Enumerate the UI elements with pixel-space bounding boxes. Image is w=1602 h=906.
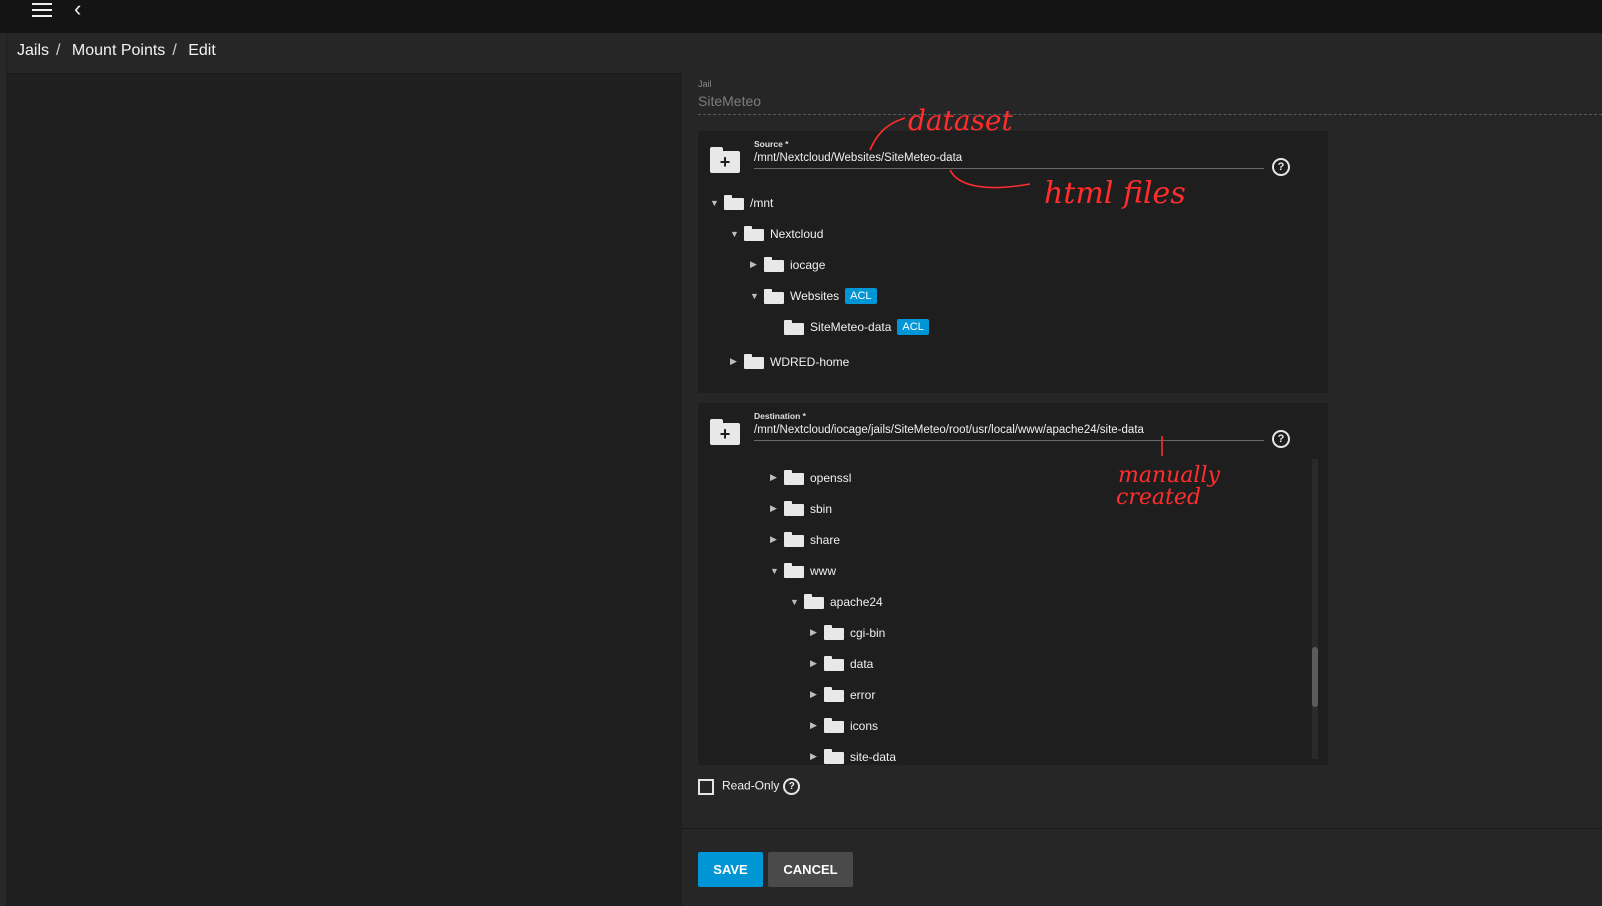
folder-icon: [744, 354, 764, 370]
tree-node-label[interactable]: error: [850, 688, 875, 702]
tree-node-data[interactable]: ▶ data: [810, 656, 873, 674]
top-toolbar: ‹: [0, 0, 1602, 33]
expand-toggle-icon[interactable]: ▶: [770, 472, 782, 483]
tree-node-error[interactable]: ▶ error: [810, 687, 875, 705]
form-divider: [682, 828, 1602, 829]
tree-node-icons[interactable]: ▶ icons: [810, 718, 878, 736]
folder-icon: [824, 625, 844, 641]
readonly-label[interactable]: Read-Only: [722, 779, 779, 793]
expand-toggle-icon[interactable]: ▶: [770, 503, 782, 514]
expand-toggle-icon[interactable]: ▶: [730, 356, 742, 367]
folder-icon: [764, 257, 784, 273]
folder-icon: [784, 563, 804, 579]
source-input[interactable]: /mnt/Nextcloud/Websites/SiteMeteo-data: [754, 152, 1264, 169]
tree-node-label[interactable]: icons: [850, 719, 878, 733]
folder-icon: [764, 288, 784, 304]
folder-icon: [784, 470, 804, 486]
tree-node-websites[interactable]: ▼ Websites ACL: [750, 288, 877, 306]
destination-help-icon[interactable]: ?: [1272, 430, 1290, 448]
readonly-help-icon[interactable]: ?: [783, 778, 801, 795]
expand-toggle-icon[interactable]: ▶: [810, 658, 822, 669]
tree-node-nextcloud[interactable]: ▼ Nextcloud: [730, 226, 823, 244]
tree-node-iocage[interactable]: ▶ iocage: [750, 257, 825, 275]
tree-node-share[interactable]: ▶ share: [770, 532, 840, 550]
tree-node-site-data[interactable]: ▶ site-data: [810, 749, 896, 765]
tree-node-openssl[interactable]: ▶ openssl: [770, 470, 851, 488]
folder-icon: [724, 195, 744, 211]
expand-toggle-icon[interactable]: ▶: [750, 259, 762, 270]
destination-input[interactable]: /mnt/Nextcloud/iocage/jails/SiteMeteo/ro…: [754, 424, 1264, 441]
destination-label: Destination *: [754, 411, 806, 421]
destination-scrollbar[interactable]: [1312, 459, 1318, 759]
tree-node-label[interactable]: apache24: [830, 595, 883, 609]
folder-icon: [784, 319, 804, 335]
tree-node-label[interactable]: iocage: [790, 258, 825, 272]
readonly-row: Read-Only?: [698, 778, 801, 796]
tree-node-wdred-home[interactable]: ▶ WDRED-home: [730, 354, 849, 372]
menu-icon[interactable]: [32, 3, 52, 17]
breadcrumb: Jails / Mount Points / Edit: [17, 42, 223, 60]
tree-node-label[interactable]: SiteMeteo-data: [810, 320, 891, 334]
tree-node-label[interactable]: share: [810, 533, 840, 547]
page-header: Jails / Mount Points / Edit: [7, 33, 1602, 74]
jail-field-underline: [698, 114, 1602, 115]
expand-toggle-icon[interactable]: ▼: [710, 198, 722, 208]
jail-field-label: Jail: [698, 79, 712, 89]
breadcrumb-separator: /: [172, 42, 177, 59]
acl-badge: ACL: [845, 288, 877, 304]
expand-toggle-icon[interactable]: ▶: [810, 689, 822, 700]
jail-field: SiteMeteo: [698, 93, 762, 109]
tree-node-label[interactable]: /mnt: [750, 196, 773, 210]
folder-icon: [784, 532, 804, 548]
tree-node-cgi-bin[interactable]: ▶ cgi-bin: [810, 625, 885, 643]
expand-toggle-icon[interactable]: ▼: [750, 291, 762, 301]
folder-icon: [744, 226, 764, 242]
folder-icon: [824, 687, 844, 703]
tree-node-label[interactable]: openssl: [810, 471, 851, 485]
acl-badge: ACL: [897, 319, 929, 335]
tree-node-label[interactable]: sbin: [810, 502, 832, 516]
breadcrumb-separator: /: [56, 42, 61, 59]
tree-node-mnt[interactable]: ▼ /mnt: [710, 195, 773, 213]
tree-node-sbin[interactable]: ▶ sbin: [770, 501, 832, 519]
breadcrumb-jails[interactable]: Jails: [17, 42, 49, 59]
tree-node-label[interactable]: WDRED-home: [770, 355, 849, 369]
save-button[interactable]: SAVE: [698, 852, 763, 887]
source-help-icon[interactable]: ?: [1272, 158, 1290, 176]
tree-node-apache24[interactable]: ▼ apache24: [790, 594, 883, 612]
expand-toggle-icon[interactable]: ▼: [770, 566, 782, 576]
folder-icon: [824, 656, 844, 672]
tree-node-www[interactable]: ▼ www: [770, 563, 836, 581]
left-sidebar-strip: [0, 33, 6, 906]
folder-icon: [824, 718, 844, 734]
source-explorer: + Source * /mnt/Nextcloud/Websites/SiteM…: [698, 131, 1328, 393]
expand-toggle-icon[interactable]: ▼: [730, 229, 742, 239]
expand-toggle-icon[interactable]: ▼: [790, 597, 802, 607]
destination-explorer: + Destination * /mnt/Nextcloud/iocage/ja…: [698, 403, 1328, 765]
folder-icon: [784, 501, 804, 517]
expand-toggle-icon[interactable]: ▶: [810, 751, 822, 762]
readonly-checkbox[interactable]: [698, 778, 714, 795]
expand-toggle-icon[interactable]: ▶: [810, 627, 822, 638]
back-chevron-icon[interactable]: ‹: [74, 0, 81, 22]
breadcrumb-mount-points[interactable]: Mount Points: [72, 42, 165, 59]
tree-node-label[interactable]: www: [810, 564, 836, 578]
source-label: Source *: [754, 139, 789, 149]
breadcrumb-edit: Edit: [188, 42, 216, 59]
tree-node-label[interactable]: data: [850, 657, 873, 671]
destination-folder-add-icon[interactable]: +: [710, 419, 740, 445]
source-folder-add-icon[interactable]: +: [710, 147, 740, 173]
tree-node-label[interactable]: Websites: [790, 289, 839, 303]
expand-toggle-icon[interactable]: ▶: [810, 720, 822, 731]
tree-node-label[interactable]: cgi-bin: [850, 626, 885, 640]
scrollbar-thumb[interactable]: [1312, 647, 1318, 707]
expand-toggle-icon[interactable]: ▶: [770, 534, 782, 545]
folder-icon: [804, 594, 824, 610]
tree-node-label[interactable]: site-data: [850, 750, 896, 764]
folder-icon: [824, 749, 844, 765]
tree-node-sitemeteo-data[interactable]: SiteMeteo-data ACL: [770, 319, 929, 337]
tree-node-label[interactable]: Nextcloud: [770, 227, 823, 241]
cancel-button[interactable]: CANCEL: [768, 852, 853, 887]
